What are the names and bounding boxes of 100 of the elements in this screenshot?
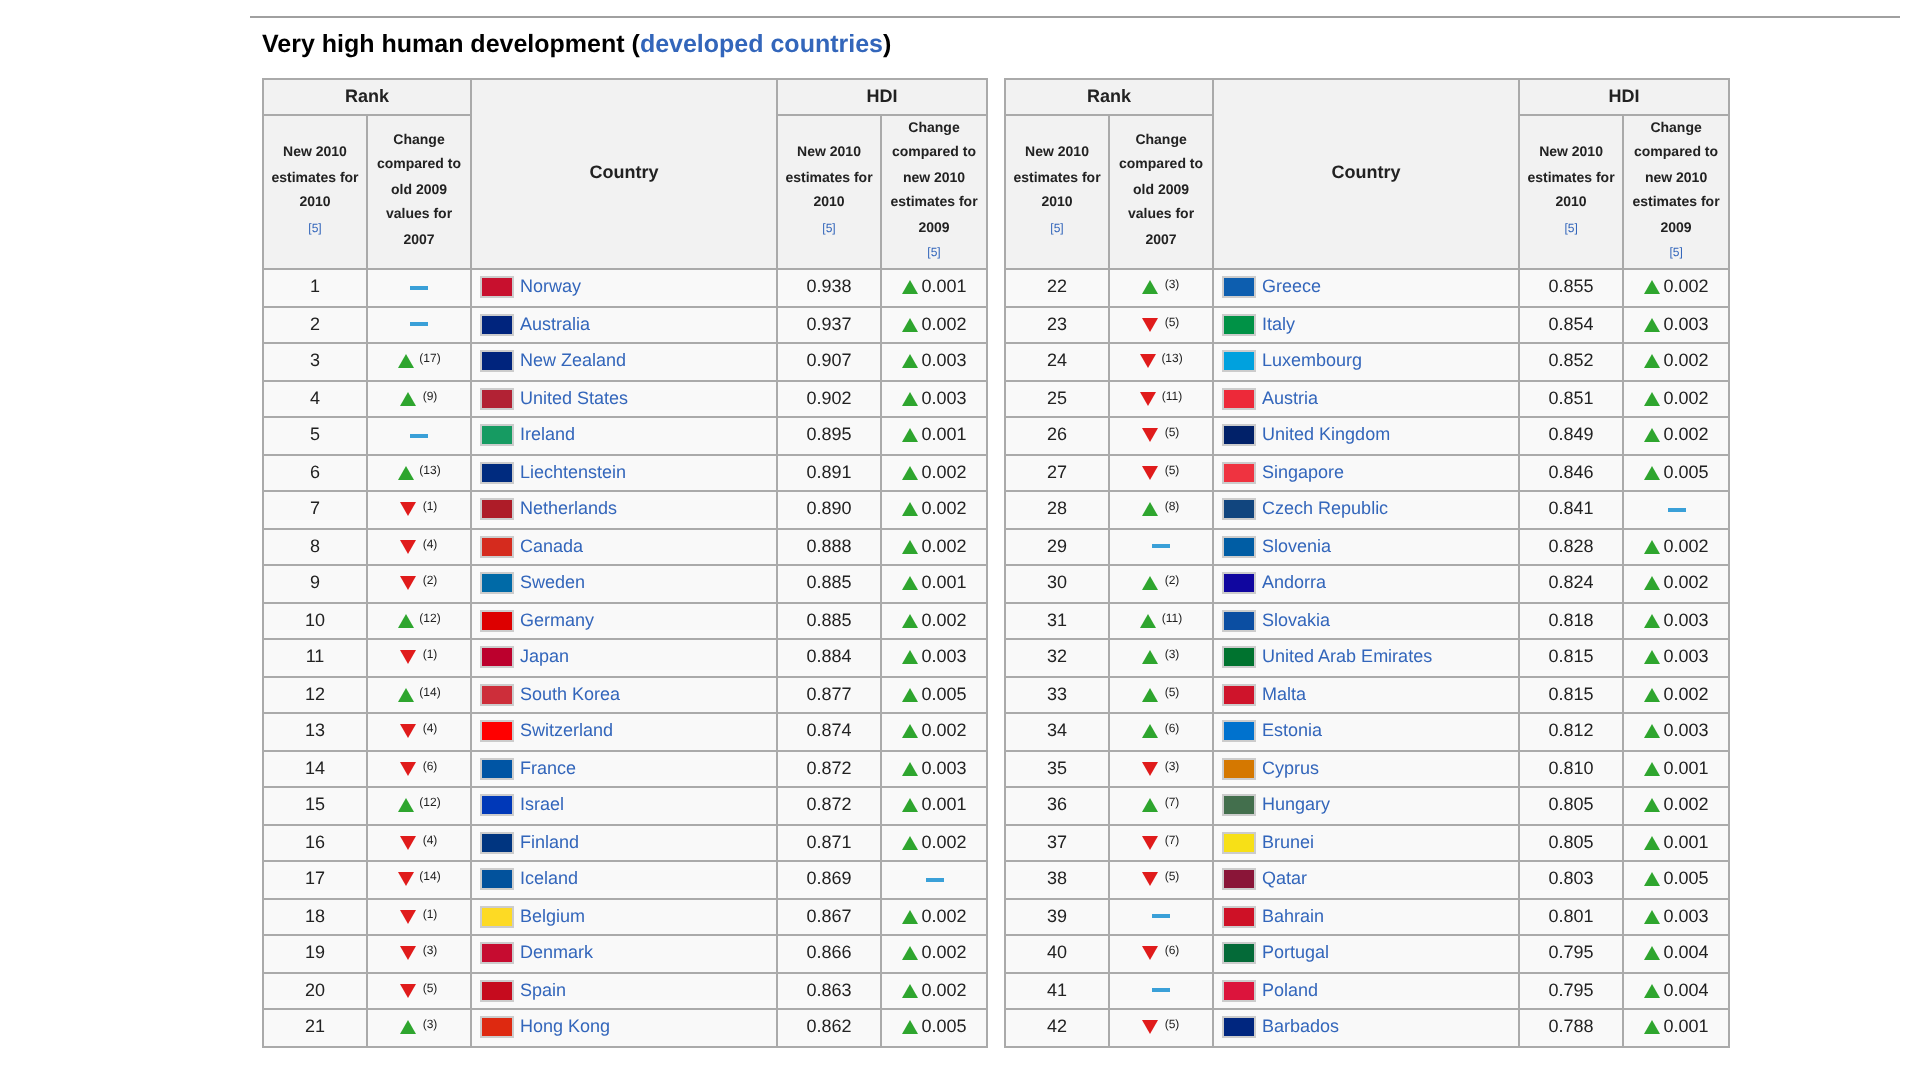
hdi-cell: 0.855 [1519, 269, 1624, 306]
hdi-change-amount: 0.003 [921, 755, 967, 781]
hdi-change-amount: 0.003 [1663, 903, 1709, 929]
hdi-cell: 0.824 [1519, 565, 1624, 602]
rank-cell: 22 [1005, 269, 1110, 306]
hdi-change-amount: 0.002 [921, 607, 967, 633]
country-link[interactable]: Finland [520, 829, 580, 856]
country-link[interactable]: France [520, 755, 577, 782]
country-link[interactable]: Denmark [520, 940, 594, 967]
hdi-cell: 0.851 [1519, 380, 1624, 417]
hdi-change-amount: 0.005 [921, 681, 967, 707]
rank-cell: 19 [263, 935, 367, 972]
hdi-change-amount: 0.004 [1663, 940, 1709, 966]
rank-cell: 23 [1005, 306, 1110, 343]
group-header: Rank [1005, 79, 1214, 115]
hdi-change-amount: 0.001 [1663, 829, 1709, 855]
rank-cell: 27 [1005, 454, 1110, 491]
hdi-change-amount: 0.001 [1663, 1014, 1709, 1040]
rank-cell: 37 [1005, 824, 1110, 861]
hdi-cell: 0.805 [1519, 824, 1624, 861]
country-link[interactable]: Barbados [1262, 1014, 1340, 1041]
hdi-change-amount: 0.001 [921, 570, 967, 596]
country-link[interactable]: Singapore [1262, 459, 1345, 486]
country-link[interactable]: Hungary [1262, 792, 1331, 819]
hdi-cell: 0.854 [1519, 306, 1624, 343]
rank-cell: 33 [1005, 676, 1110, 713]
hdi-cell: 0.895 [777, 417, 882, 454]
hdi-cell: 0.795 [1519, 935, 1624, 972]
country-link[interactable]: Andorra [1262, 570, 1327, 597]
hdi-cell: 0.877 [777, 676, 882, 713]
hdi-cell: 0.812 [1519, 713, 1624, 750]
hdi-change-amount: 0.002 [1663, 422, 1709, 448]
country-link[interactable]: Ireland [520, 422, 576, 449]
country-link[interactable]: Germany [520, 607, 595, 634]
hdi-change-amount: 0.001 [921, 792, 967, 818]
rank-cell: 29 [1005, 528, 1110, 565]
rank-cell: 11 [263, 639, 367, 676]
hdi-change-amount: 0.002 [921, 311, 967, 337]
hdi-cell: 0.874 [777, 713, 882, 750]
rank-cell: 17 [263, 861, 367, 898]
rank-cell: 42 [1005, 1009, 1110, 1046]
country-link[interactable]: Austria [1262, 385, 1319, 412]
hdi-cell: 0.871 [777, 824, 882, 861]
country-link[interactable]: Israel [520, 792, 565, 819]
rank-cell: 13 [263, 713, 367, 750]
hdi-change-amount: 0.002 [921, 903, 967, 929]
hdi-change-amount: 0.002 [921, 496, 967, 522]
section-heading: Very high human development (developed countries) [262, 28, 894, 62]
hdi-change-amount: 0.003 [1663, 607, 1709, 633]
country-link[interactable]: Greece [1262, 274, 1322, 301]
country-link[interactable]: Iceland [520, 866, 579, 893]
rank-cell: 7 [263, 491, 367, 528]
hdi-cell: 0.885 [777, 565, 882, 602]
rank-cell: 40 [1005, 935, 1110, 972]
hdi-change-amount: 0.001 [1663, 755, 1709, 781]
hdi-cell: 0.937 [777, 306, 882, 343]
rank-cell: 31 [1005, 602, 1110, 639]
hdi-change-amount: 0.002 [921, 829, 967, 855]
group-header: HDI [777, 79, 988, 115]
column-header: Country [1213, 79, 1520, 269]
hdi-cell: 0.867 [777, 898, 882, 935]
heading-link[interactable]: developed countries [639, 30, 883, 58]
country-link[interactable]: Slovenia [1262, 533, 1332, 560]
country-link[interactable]: Brunei [1262, 829, 1315, 856]
country-link[interactable]: Australia [520, 311, 591, 338]
rank-cell: 34 [1005, 713, 1110, 750]
country-link[interactable]: Cyprus [1262, 755, 1320, 782]
country-link[interactable]: Bahrain [1262, 903, 1325, 930]
hdi-cell: 0.815 [1519, 676, 1624, 713]
country-link[interactable]: Estonia [1262, 718, 1323, 745]
hdi-cell: 0.862 [777, 1009, 882, 1046]
country-link[interactable]: Qatar [1262, 866, 1308, 893]
rank-cell: 38 [1005, 861, 1110, 898]
hdi-cell: 0.803 [1519, 861, 1624, 898]
country-link[interactable]: Norway [520, 274, 582, 301]
hdi-change-amount: 0.002 [921, 977, 967, 1003]
country-link[interactable]: Portugal [1262, 940, 1330, 967]
country-link[interactable]: Sweden [520, 570, 586, 597]
rank-cell: 15 [263, 787, 367, 824]
hdi-change-amount: 0.003 [1663, 644, 1709, 670]
country-link[interactable]: Poland [1262, 977, 1319, 1004]
hdi-change-amount: 0.002 [1663, 792, 1709, 818]
group-header: HDI [1519, 79, 1730, 115]
country-link[interactable]: Spain [520, 977, 567, 1004]
rank-cell: 25 [1005, 380, 1110, 417]
hdi-change-amount: 0.003 [921, 348, 967, 374]
country-link[interactable]: Japan [520, 644, 570, 671]
country-link[interactable]: Italy [1262, 311, 1296, 338]
hdi-change-amount: 0.004 [1663, 977, 1709, 1003]
rank-cell: 5 [263, 417, 367, 454]
hdi-cell: 0.938 [777, 269, 882, 306]
country-link[interactable]: Malta [1262, 681, 1307, 708]
country-link[interactable]: Belgium [520, 903, 586, 930]
country-link[interactable]: Slovakia [1262, 607, 1331, 634]
rank-cell: 39 [1005, 898, 1110, 935]
rank-cell: 18 [263, 898, 367, 935]
hdi-cell: 0.888 [777, 528, 882, 565]
hdi-cell: 0.818 [1519, 602, 1624, 639]
country-link[interactable]: Canada [520, 533, 584, 560]
group-header: Rank [263, 79, 472, 115]
